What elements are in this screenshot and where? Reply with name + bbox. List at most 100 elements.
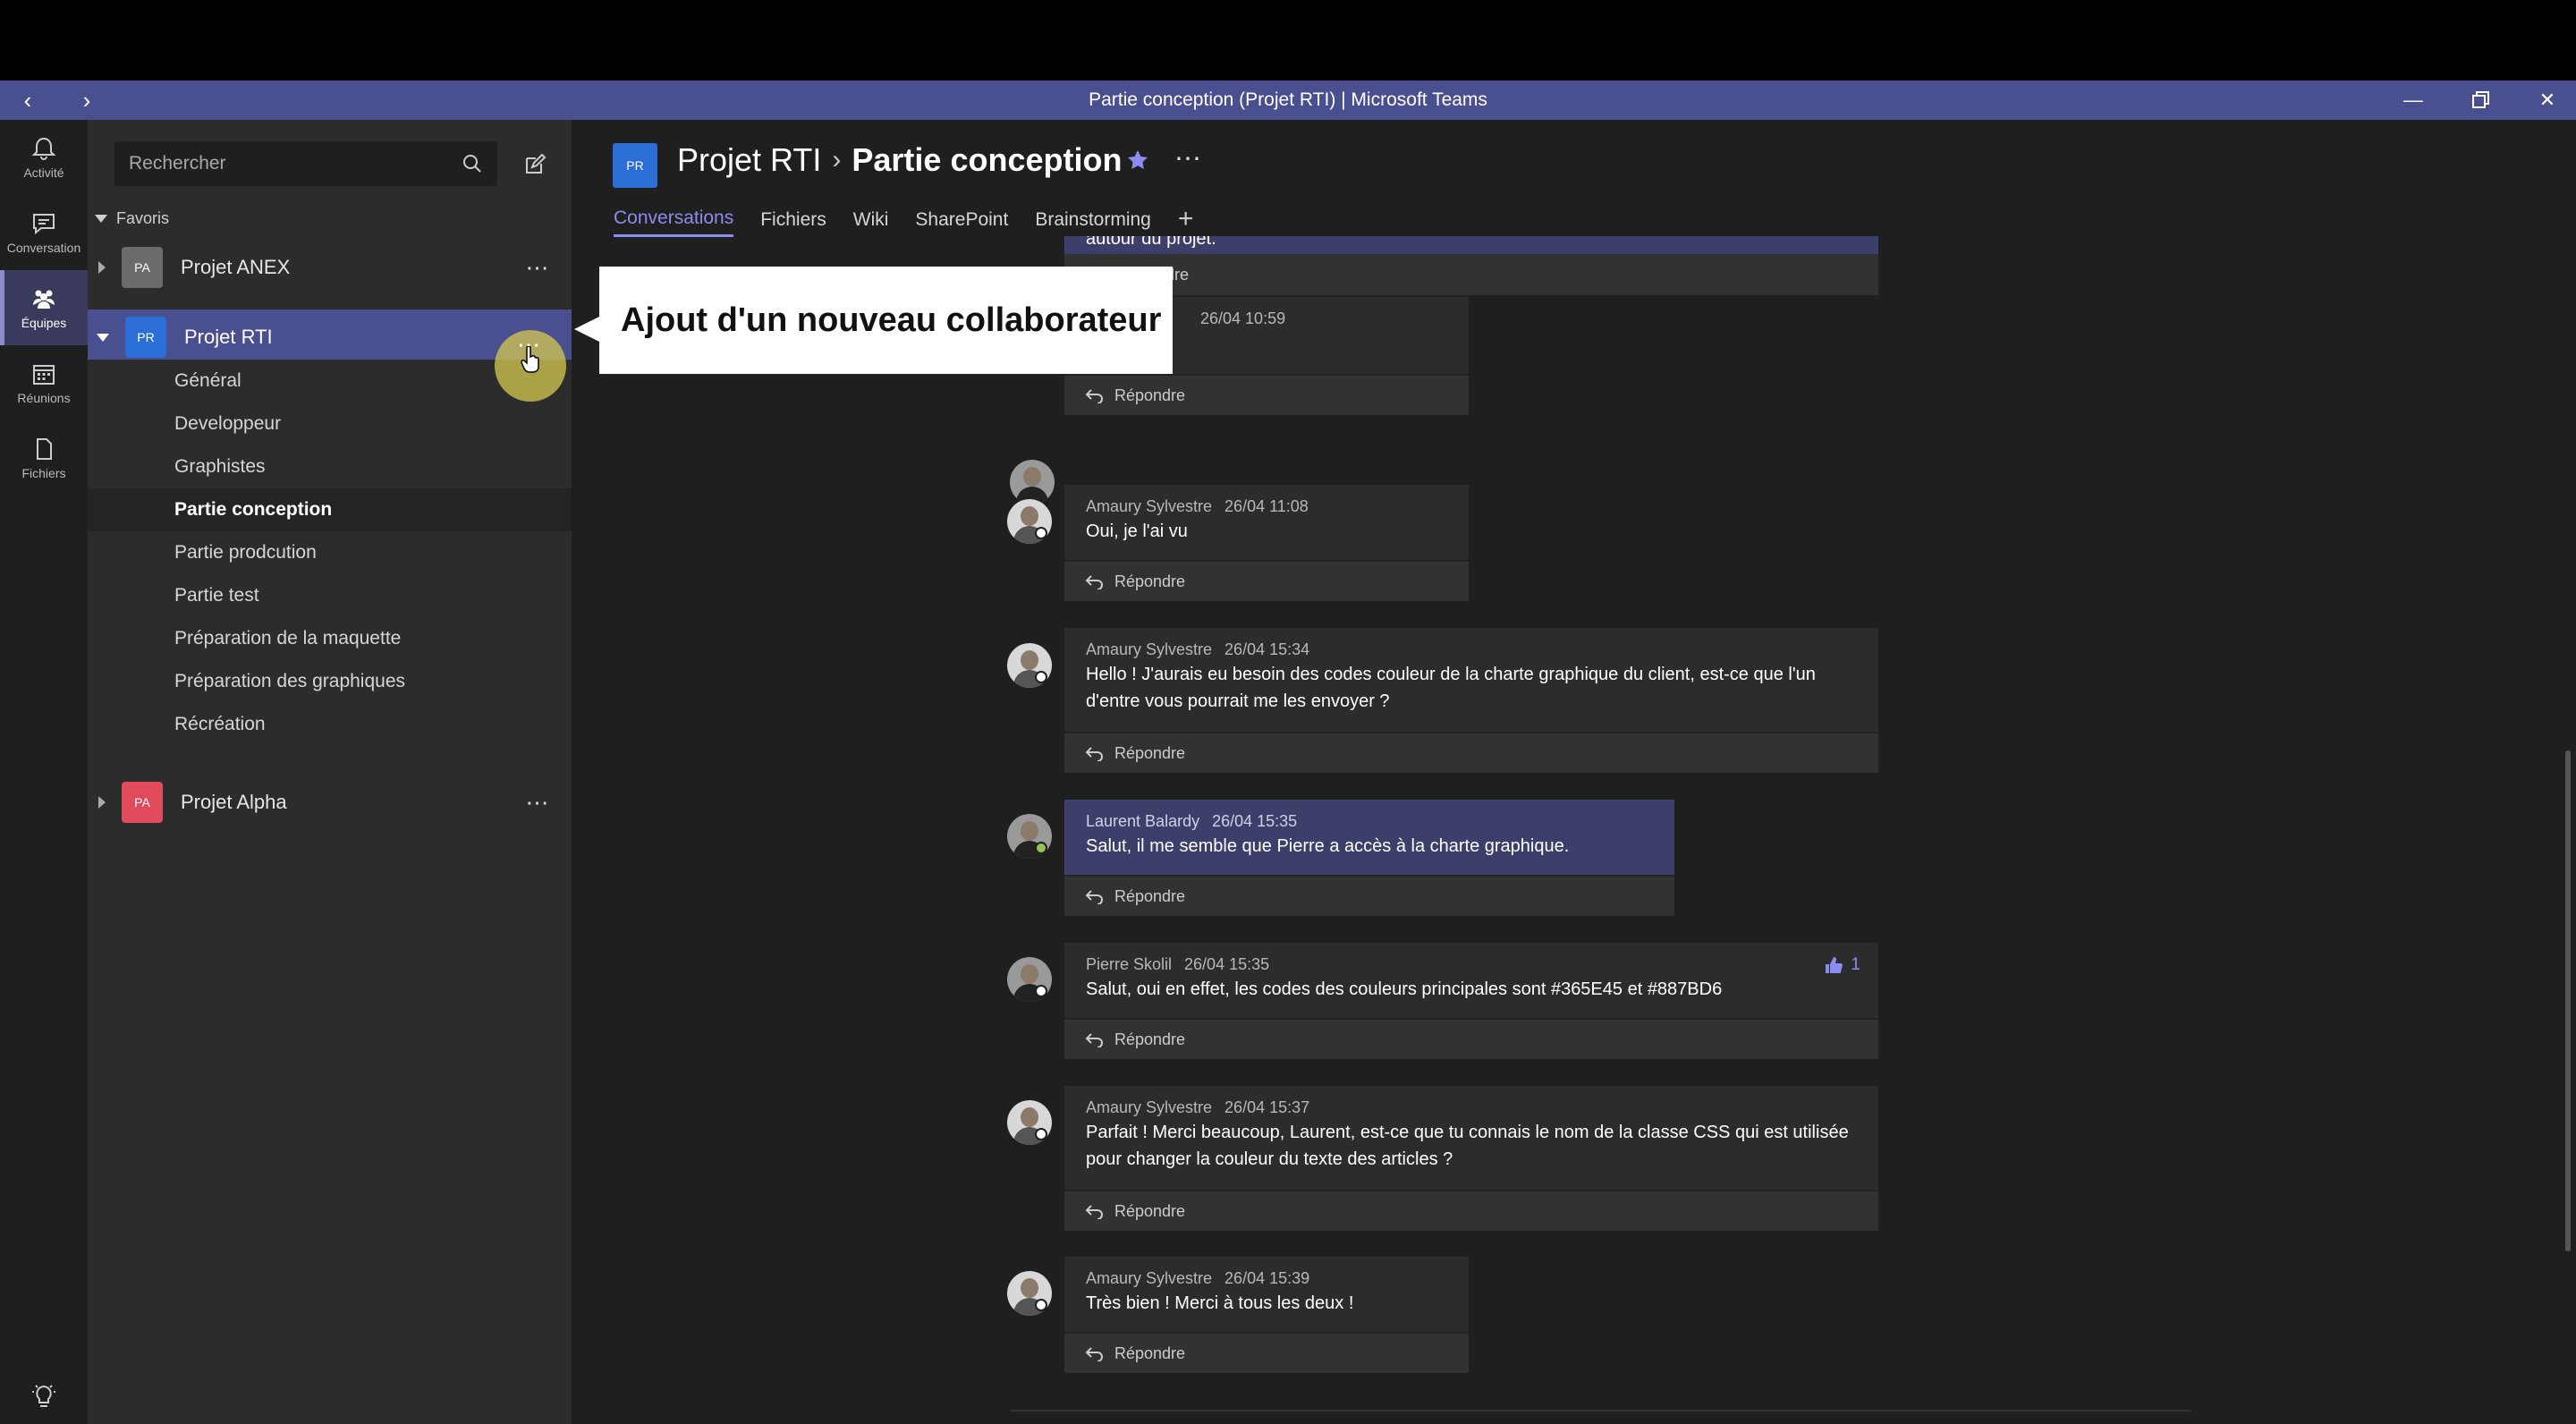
reply-arrow-icon	[1085, 1033, 1103, 1047]
reply-button[interactable]: Répondre	[1064, 1018, 1878, 1059]
rail-meetings[interactable]: Réunions	[0, 345, 88, 420]
channel-item[interactable]: Préparation de la maquette	[88, 617, 572, 660]
rail-teams-label: Équipes	[21, 316, 67, 330]
tab-sharepoint[interactable]: SharePoint	[915, 209, 1008, 236]
channel-item[interactable]: Developpeur	[88, 403, 572, 445]
tab-brainstorming[interactable]: Brainstorming	[1035, 209, 1151, 236]
message-text: Hello ! J'aurais eu besoin des codes cou…	[1086, 665, 1816, 711]
channel-item[interactable]: Partie prodcution	[88, 531, 572, 574]
reply-arrow-icon	[1085, 1205, 1103, 1219]
reply-label: Répondre	[1114, 1030, 1186, 1048]
chevron-down-icon	[95, 215, 107, 223]
tab-bar: Conversations Fichiers Wiki SharePoint B…	[614, 204, 1193, 237]
channel-item[interactable]: Préparation des graphiques	[88, 660, 572, 703]
rail-activity-label: Activité	[23, 165, 64, 180]
lightbulb-icon[interactable]	[0, 1370, 88, 1424]
channel-item[interactable]: Graphistes	[88, 445, 572, 488]
channel-item-active[interactable]: Partie conception	[88, 488, 572, 531]
team-projet-anex[interactable]: PA Projet ANEX ⋯	[88, 240, 572, 295]
presence-indicator	[1035, 1128, 1047, 1140]
message-time: 26/04 10:59	[1200, 309, 1286, 327]
rail-meetings-label: Réunions	[17, 391, 71, 405]
reply-button[interactable]: Répondre	[1064, 732, 1878, 773]
message-author: Amaury Sylvestre	[1086, 1269, 1213, 1287]
restore-icon[interactable]	[2454, 81, 2508, 120]
teams-icon	[33, 290, 55, 309]
message-card: Amaury Sylvestre 26/04 11:08 Oui, je l'ai…	[1064, 485, 1469, 601]
channel-list: Général Developpeur Graphistes Partie co…	[88, 360, 572, 734]
channel-item[interactable]: Récréation	[88, 703, 572, 746]
reply-arrow-icon	[1085, 575, 1103, 589]
search-box[interactable]	[114, 141, 497, 186]
calendar-icon	[33, 365, 55, 385]
message-author: Amaury Sylvestre	[1086, 1098, 1213, 1116]
team-projet-alpha[interactable]: PA Projet Alpha ⋯	[88, 775, 572, 830]
rail-teams[interactable]: Équipes	[0, 270, 88, 345]
message-card: Laurent Balardy 26/04 15:35 Salut, il me …	[1064, 800, 1674, 916]
reply-label: Répondre	[1114, 886, 1186, 905]
back-arrow-icon[interactable]: ‹	[11, 81, 45, 120]
compose-icon[interactable]	[517, 147, 553, 182]
thumbs-up-icon	[1826, 957, 1843, 973]
team-avatar: PA	[122, 782, 163, 823]
reply-button[interactable]: Répondre	[1064, 1190, 1878, 1231]
presence-indicator	[1035, 527, 1047, 539]
minimize-icon[interactable]: —	[2386, 81, 2440, 120]
reply-button[interactable]: Répondre	[1064, 560, 1469, 601]
file-icon	[37, 438, 52, 460]
message-text: Très bien ! Merci à tous les deux !	[1086, 1293, 1354, 1313]
reply-arrow-icon	[1085, 890, 1103, 904]
favorites-label: Favoris	[116, 209, 170, 227]
reply-button[interactable]: Répondre	[1064, 254, 1878, 295]
like-reaction[interactable]: 1	[1824, 955, 1860, 975]
presence-indicator	[1035, 985, 1047, 997]
rail-files[interactable]: Fichiers	[0, 420, 88, 496]
reply-label: Répondre	[1114, 1201, 1186, 1220]
reply-label: Répondre	[1114, 1343, 1186, 1362]
reply-button[interactable]: Répondre	[1064, 875, 1674, 916]
rail-activity[interactable]: Activité	[0, 120, 88, 195]
presence-indicator	[1035, 842, 1047, 854]
rail-conversation[interactable]: Conversation	[0, 195, 88, 270]
divider	[1010, 1410, 2190, 1411]
reply-button[interactable]: Répondre	[1064, 1332, 1469, 1373]
favorites-header[interactable]: Favoris	[95, 209, 169, 228]
message-text: autour du projet.	[1064, 236, 1878, 254]
breadcrumb-team[interactable]: Projet RTI	[677, 141, 821, 179]
message-card: Pierre Skolil 26/04 15:35 Salut, oui en e…	[1064, 943, 1878, 1059]
tab-wiki[interactable]: Wiki	[853, 209, 889, 236]
search-icon[interactable]	[462, 153, 483, 174]
window-title: Partie conception (Projet RTI) | Microso…	[1089, 89, 1487, 110]
search-input[interactable]	[129, 153, 462, 174]
bell-icon	[31, 137, 56, 160]
reply-label: Répondre	[1114, 386, 1186, 404]
channel-item[interactable]: Partie test	[88, 574, 572, 617]
tab-files[interactable]: Fichiers	[760, 209, 826, 236]
more-options-icon[interactable]: ⋯	[521, 252, 554, 283]
forward-arrow-icon[interactable]: ›	[70, 81, 104, 120]
tab-conversations[interactable]: Conversations	[614, 208, 734, 237]
more-options-icon[interactable]: ⋯	[521, 787, 554, 818]
message-time: 26/04 15:35	[1184, 955, 1270, 973]
message-card: autour du projet. Répondre	[1064, 236, 1878, 295]
reply-arrow-icon	[1085, 747, 1103, 761]
rail-conversation-label: Conversation	[6, 241, 81, 255]
more-options-icon[interactable]: ⋯	[1174, 143, 1201, 174]
message-text: Oui, je l'ai vu	[1086, 521, 1188, 541]
app-rail: Activité Conversation Équipes Réunions F…	[0, 120, 88, 1424]
presence-indicator	[1035, 671, 1047, 683]
reply-button[interactable]: Répondre	[1064, 374, 1469, 415]
message-card: Amaury Sylvestre 26/04 15:39 Très bien ! …	[1064, 1257, 1469, 1373]
team-name: Projet RTI	[184, 326, 273, 348]
star-icon[interactable]	[1126, 148, 1149, 172]
close-icon[interactable]: ✕	[2521, 81, 2574, 120]
team-name: Projet Alpha	[181, 791, 287, 813]
scrollbar[interactable]	[2565, 750, 2571, 1251]
chat-icon	[33, 214, 55, 235]
add-tab-icon[interactable]: +	[1178, 204, 1194, 234]
message-text: Parfait ! Merci beaucoup, Laurent, est-c…	[1086, 1123, 1849, 1169]
message-time: 26/04 15:39	[1224, 1269, 1310, 1287]
presence-indicator	[1035, 1299, 1047, 1311]
tutorial-callout: Ajout d'un nouveau collaborateur	[574, 267, 1173, 374]
message-author: Amaury Sylvestre	[1086, 640, 1213, 658]
